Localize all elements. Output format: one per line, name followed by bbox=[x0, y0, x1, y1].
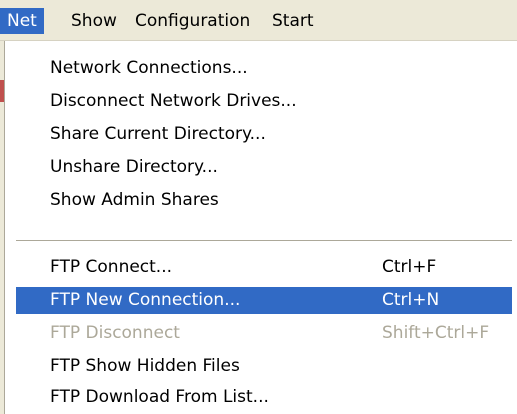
menu-separator bbox=[16, 240, 512, 242]
menu-item-disconnect-network-drives[interactable]: Disconnect Network Drives... bbox=[16, 88, 512, 115]
menu-item-label: FTP Show Hidden Files bbox=[50, 356, 240, 376]
menu-item-share-current-directory[interactable]: Share Current Directory... bbox=[16, 121, 512, 148]
menu-item-label: FTP New Connection... bbox=[50, 290, 241, 310]
menu-item-label: Disconnect Network Drives... bbox=[50, 91, 297, 111]
menu-item-ftp-connect[interactable]: FTP Connect... Ctrl+F bbox=[16, 254, 512, 281]
menu-item-label: FTP Disconnect bbox=[50, 323, 180, 343]
menu-item-shortcut: Ctrl+N bbox=[382, 290, 440, 310]
menu-item-show-admin-shares[interactable]: Show Admin Shares bbox=[16, 187, 512, 214]
menu-item-unshare-directory[interactable]: Unshare Directory... bbox=[16, 154, 512, 181]
menu-item-label: Unshare Directory... bbox=[50, 157, 218, 177]
menu-item-ftp-show-hidden-files[interactable]: FTP Show Hidden Files bbox=[16, 353, 512, 380]
menu-item-ftp-disconnect: FTP Disconnect Shift+Ctrl+F bbox=[16, 320, 512, 347]
application-window: Net Show Configuration Start Network Con… bbox=[0, 0, 517, 414]
menu-item-label: Network Connections... bbox=[50, 58, 248, 78]
menu-item-shortcut: Ctrl+F bbox=[382, 257, 437, 277]
menu-item-label: Show Admin Shares bbox=[50, 190, 219, 210]
menu-item-label: FTP Connect... bbox=[50, 257, 173, 277]
menu-item-network-connections[interactable]: Network Connections... bbox=[16, 55, 512, 82]
menu-item-label: Share Current Directory... bbox=[50, 124, 266, 144]
menu-item-ftp-download-from-list[interactable]: FTP Download From List... bbox=[16, 384, 512, 411]
net-dropdown-menu: Network Connections... Disconnect Networ… bbox=[4, 41, 517, 414]
menu-item-label: FTP Download From List... bbox=[50, 387, 269, 407]
menu-item-shortcut: Shift+Ctrl+F bbox=[382, 323, 490, 343]
menu-start[interactable]: Start bbox=[265, 8, 321, 34]
menu-show[interactable]: Show bbox=[64, 8, 124, 34]
menu-net[interactable]: Net bbox=[0, 8, 44, 34]
menu-bar: Net Show Configuration Start bbox=[0, 0, 517, 41]
menu-configuration[interactable]: Configuration bbox=[128, 8, 257, 34]
menu-item-ftp-new-connection[interactable]: FTP New Connection... Ctrl+N bbox=[16, 287, 512, 314]
